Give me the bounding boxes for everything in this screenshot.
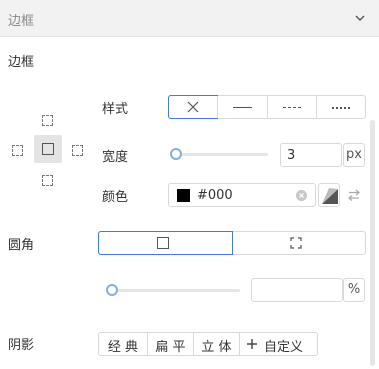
color-picker-icon [322, 188, 338, 204]
color-value: #000 [197, 188, 233, 203]
style-none-button[interactable] [168, 95, 219, 119]
scrollbar[interactable] [370, 120, 375, 366]
panel-header-title: 边框 [8, 14, 35, 29]
border-bottom-toggle[interactable] [42, 175, 53, 186]
border-top-toggle[interactable] [42, 115, 53, 126]
shadow-flat-button[interactable]: 扁 平 [147, 333, 193, 355]
width-input[interactable]: 3 [280, 143, 342, 167]
radius-mode-segmented [98, 231, 366, 255]
style-dotted-button[interactable] [315, 96, 365, 118]
dotted-line-icon [331, 107, 350, 109]
dashed-line-icon [282, 107, 301, 108]
color-picker-button[interactable] [318, 183, 340, 207]
radius-slider-handle[interactable] [106, 284, 118, 296]
shadow-classic-button[interactable]: 经 典 [99, 333, 147, 355]
style-solid-button[interactable] [217, 96, 266, 118]
square-icon [157, 237, 169, 249]
swap-icon[interactable] [347, 188, 361, 202]
shadow-3d-button[interactable]: 立 体 [193, 333, 239, 355]
panel-header[interactable]: 边框 [0, 0, 379, 37]
radius-uniform-button[interactable] [98, 231, 233, 255]
style-dashed-button[interactable] [266, 96, 316, 118]
radius-input[interactable] [251, 278, 343, 302]
shadow-custom-button[interactable]: 自定义 [239, 333, 317, 355]
width-unit: px [343, 143, 365, 167]
width-slider-track[interactable] [172, 153, 268, 156]
width-slider-handle[interactable] [170, 148, 182, 160]
shadow-label: 阴影 [8, 338, 35, 353]
radius-label: 圆角 [8, 238, 35, 253]
color-label: 颜色 [102, 190, 129, 205]
color-swatch [177, 189, 190, 202]
border-section-title: 边框 [8, 55, 35, 70]
border-style-segmented [168, 95, 366, 119]
border-left-toggle[interactable] [12, 145, 23, 156]
plus-icon [247, 339, 257, 349]
all-sides-icon [42, 143, 54, 155]
radius-unit: % [343, 278, 365, 302]
x-icon [187, 101, 199, 113]
radius-slider-track[interactable] [110, 289, 240, 292]
chevron-down-icon[interactable] [354, 12, 366, 24]
radius-per-corner-button[interactable] [232, 232, 365, 254]
width-label: 宽度 [102, 150, 129, 165]
clear-icon[interactable] [296, 190, 307, 201]
color-input[interactable]: #000 [168, 183, 316, 207]
shadow-custom-label: 自定义 [264, 340, 304, 355]
shadow-preset-bar: 经 典 扁 平 立 体 自定义 [98, 332, 318, 356]
solid-line-icon [233, 107, 252, 108]
border-all-toggle[interactable] [34, 135, 62, 163]
border-right-toggle[interactable] [72, 145, 83, 156]
style-label: 样式 [102, 102, 129, 117]
corners-icon [290, 237, 302, 249]
